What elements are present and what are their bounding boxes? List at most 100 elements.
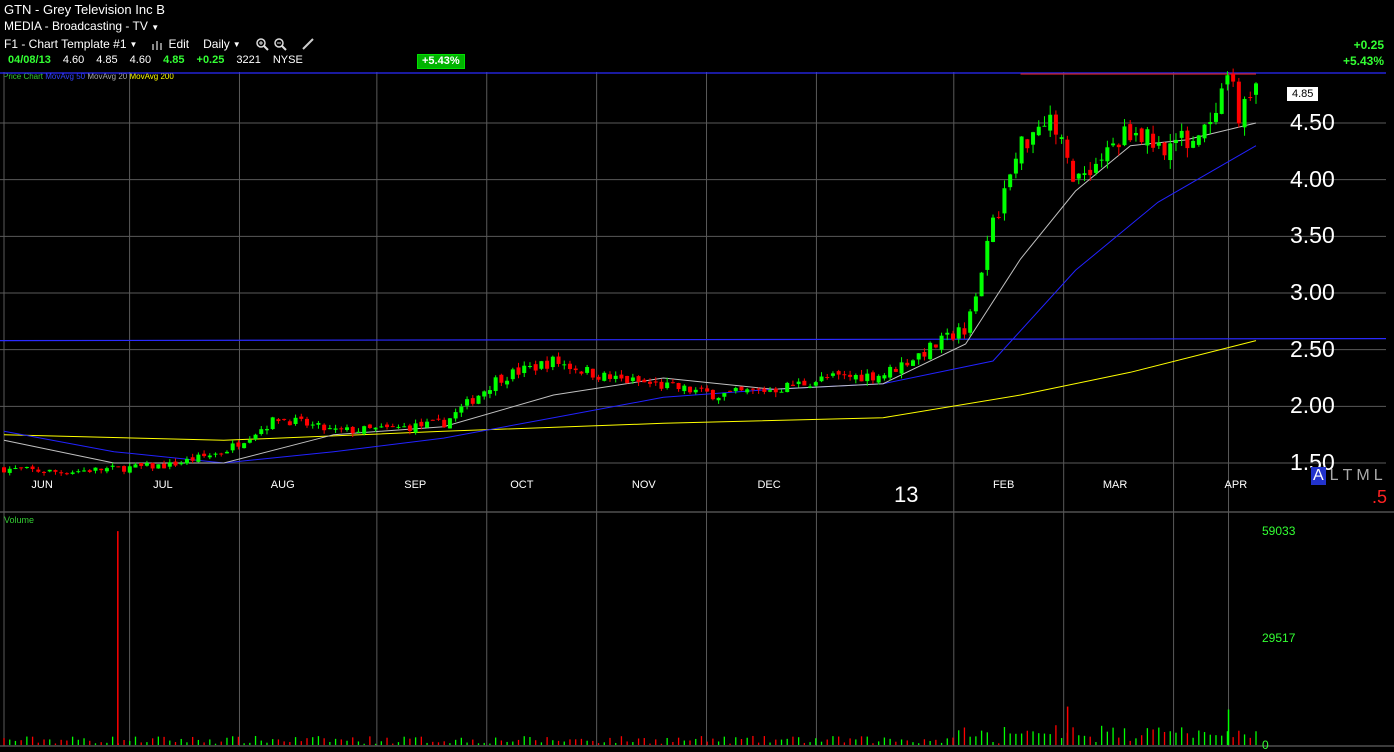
candle-body <box>607 374 612 379</box>
candle-body <box>30 466 35 470</box>
candle-body <box>499 374 504 383</box>
candle-body <box>230 443 235 451</box>
candle-body <box>733 387 738 392</box>
ma50-line <box>3 145 1257 464</box>
candle-body <box>1231 73 1236 82</box>
candle-body <box>956 327 961 339</box>
candle-body <box>116 466 121 468</box>
timeframe-button-l[interactable]: L <box>1330 467 1339 485</box>
candle-body <box>1151 133 1156 148</box>
candle-body <box>362 426 367 434</box>
candle-body <box>413 423 418 433</box>
candle-body <box>1208 122 1213 125</box>
candle-body <box>482 391 487 397</box>
candle-body <box>676 382 681 390</box>
candle-body <box>350 426 355 434</box>
price-volume-chart[interactable] <box>0 0 1394 749</box>
month-tick-label: MAR <box>1102 479 1128 491</box>
candle-body <box>1042 125 1047 127</box>
candle-body <box>625 375 630 384</box>
candle-body <box>465 399 470 406</box>
candle-body <box>728 390 733 392</box>
candle-body <box>476 395 481 404</box>
candle-body <box>2 467 6 473</box>
candle-body <box>402 426 407 428</box>
candle-body <box>1008 174 1013 188</box>
candle-body <box>322 424 327 431</box>
candle-body <box>76 471 81 473</box>
candle-body <box>162 463 167 469</box>
candle-body <box>144 463 149 466</box>
candle-body <box>710 389 715 400</box>
timeframe-button-l2[interactable]: L <box>1374 467 1383 485</box>
candle-body <box>567 363 572 370</box>
candle-body <box>705 388 710 392</box>
candle-body <box>459 406 464 413</box>
candle-body <box>682 385 687 392</box>
candle-body <box>1111 143 1116 146</box>
candle-body <box>928 342 933 360</box>
candle-body <box>699 387 704 389</box>
candle-body <box>436 418 441 420</box>
candle-body <box>693 389 698 393</box>
candle-body <box>1133 133 1138 136</box>
candle-body <box>493 377 498 391</box>
candle-body <box>367 424 372 429</box>
price-tick-label: 3.50 <box>1290 222 1335 249</box>
month-tick-label: JUL <box>153 479 173 491</box>
candle-body <box>853 374 858 380</box>
candle-body <box>356 431 361 433</box>
candle-body <box>1025 139 1030 149</box>
candle-body <box>1116 144 1121 148</box>
candle-body <box>630 377 635 382</box>
candle-body <box>42 471 47 473</box>
candle-body <box>53 470 58 472</box>
candle-body <box>596 376 601 380</box>
candle-body <box>1071 160 1076 182</box>
candle-body <box>1036 126 1041 136</box>
candle-body <box>173 461 178 466</box>
candle-body <box>487 390 492 394</box>
candle-body <box>242 443 247 449</box>
candle-body <box>905 362 910 366</box>
candle-body <box>951 333 956 340</box>
candle-body <box>442 419 447 428</box>
candle-body <box>893 368 898 372</box>
candle-body <box>419 421 424 427</box>
candle-body <box>785 382 790 393</box>
candle-body <box>1248 97 1253 99</box>
timeframe-button-a[interactable]: A <box>1311 467 1326 485</box>
candle-body <box>59 472 64 474</box>
candle-body <box>1105 147 1110 162</box>
candle-body <box>790 384 795 386</box>
timeframe-button-m[interactable]: M <box>1356 467 1369 485</box>
last-price-label: 4.85 <box>1287 87 1319 101</box>
timeframe-button-t[interactable]: T <box>1343 467 1353 485</box>
candle-body <box>1145 129 1150 146</box>
candle-body <box>1139 128 1144 143</box>
candle-body <box>665 382 670 389</box>
candle-body <box>236 442 241 447</box>
candle-body <box>7 468 12 473</box>
support-line <box>0 338 1387 342</box>
candle-body <box>333 428 338 430</box>
candle-body <box>19 467 24 469</box>
candle-body <box>247 439 252 443</box>
candle-body <box>1099 159 1104 161</box>
candle-body <box>276 419 281 422</box>
candle-body <box>1013 158 1018 174</box>
candle-body <box>899 362 904 374</box>
month-tick-label: FEB <box>992 479 1015 491</box>
candle-body <box>670 382 675 384</box>
candle-body <box>888 366 893 378</box>
candle-body <box>127 466 132 473</box>
candle-body <box>796 381 801 385</box>
candle-body <box>1254 83 1258 95</box>
candle-body <box>82 470 87 472</box>
candle-body <box>527 365 532 367</box>
candle-body <box>87 470 92 472</box>
candle-body <box>1191 140 1196 148</box>
candle-body <box>470 398 475 404</box>
price-tick-label: 4.00 <box>1290 165 1335 192</box>
candle-body <box>1031 132 1036 145</box>
